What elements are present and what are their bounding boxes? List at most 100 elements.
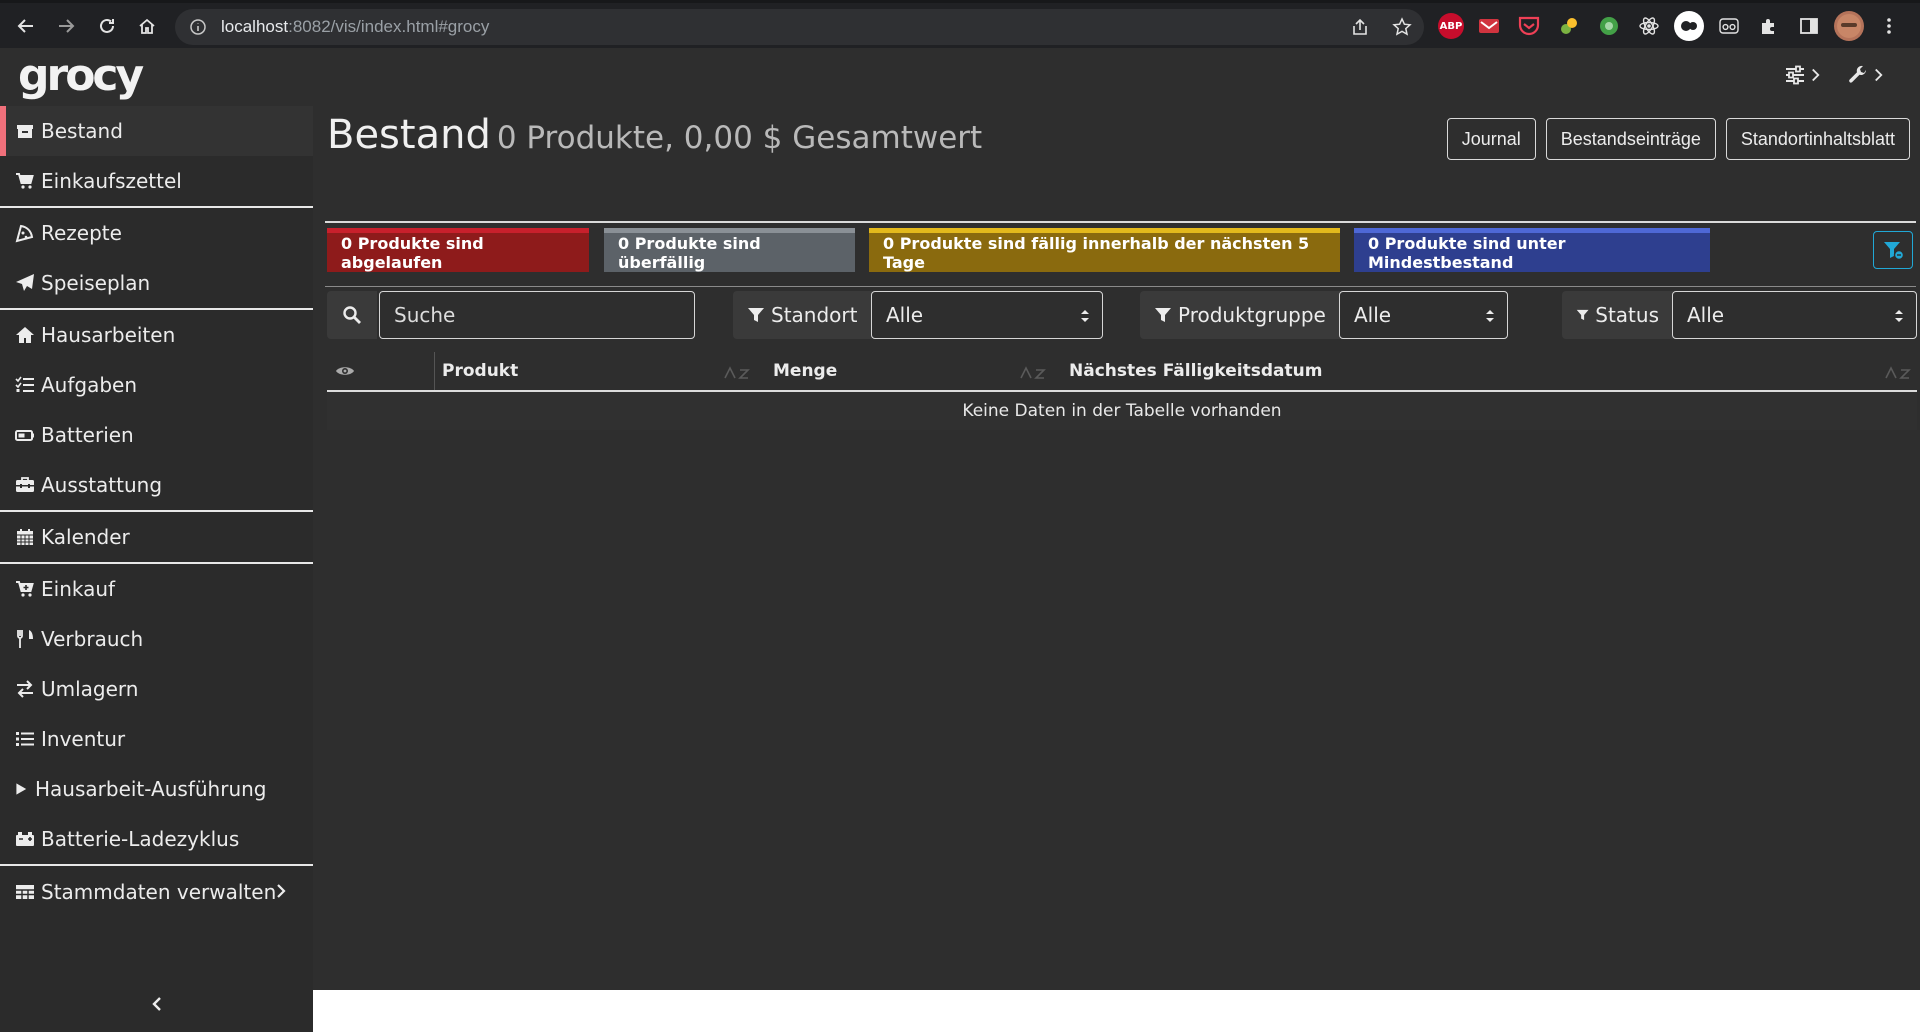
cart-icon: [16, 173, 34, 189]
battery-icon: [15, 430, 34, 441]
url-text: localhost:8082/vis/index.html#grocy: [221, 17, 490, 36]
sidebar-item-batterien[interactable]: Batterien: [0, 410, 313, 460]
grocy-logo[interactable]: grocy: [18, 50, 144, 101]
leaf-extension-icon[interactable]: [1554, 11, 1584, 41]
stock-entries-button[interactable]: Bestandseinträge: [1545, 118, 1716, 160]
filter-circle-icon: [1884, 242, 1904, 261]
sidebar-item-stammdaten[interactable]: Stammdaten verwalten: [0, 866, 313, 918]
column-visibility-toggle[interactable]: [327, 352, 435, 390]
reload-button[interactable]: [91, 10, 123, 42]
mail-extension-icon[interactable]: [1474, 11, 1504, 41]
sidebar-item-hausarbeiten[interactable]: Hausarbeiten: [0, 310, 313, 360]
search-input[interactable]: [379, 291, 695, 339]
sort-icon[interactable]: [1018, 362, 1048, 382]
expired-badge[interactable]: 0 Produkte sind abgelaufen: [327, 228, 589, 272]
below-min-stock-badge[interactable]: 0 Produkte sind unter Mindestbestand: [1354, 228, 1710, 272]
table-header: Produkt Menge Nächstes Fälligkeitsdatum: [327, 352, 1917, 392]
stock-table: Produkt Menge Nächstes Fälligkeitsdatum …: [327, 352, 1917, 430]
exchange-icon: [17, 680, 33, 698]
extensions-bar: ABP: [1438, 11, 1904, 41]
sidebar-item-speiseplan[interactable]: Speiseplan: [0, 258, 313, 308]
sidebar-item-hausarbeit-ausfuehrung[interactable]: Hausarbeit-Ausführung: [0, 764, 313, 814]
green-extension-icon[interactable]: [1594, 11, 1624, 41]
cart-plus-icon: [16, 581, 34, 597]
chevron-left-icon: [151, 997, 161, 1011]
column-header-next-due-date[interactable]: Nächstes Fälligkeitsdatum: [1069, 352, 1322, 390]
status-divider: [325, 286, 1916, 287]
journal-button[interactable]: Journal: [1446, 118, 1536, 160]
tasks-icon: [15, 376, 34, 392]
glasses-extension-icon[interactable]: [1714, 11, 1744, 41]
select-arrows-icon: [1486, 310, 1494, 322]
grocy-app: grocy Bestand Einkaufszettel Rezepte Spe…: [0, 48, 1920, 1032]
product-group-filter-select[interactable]: Alle: [1339, 291, 1508, 339]
forward-button[interactable]: [50, 10, 82, 42]
column-header-amount[interactable]: Menge: [773, 352, 837, 390]
status-filter-select[interactable]: Alle: [1672, 291, 1917, 339]
bookmark-star-icon[interactable]: [1392, 17, 1412, 37]
share-icon[interactable]: [1350, 17, 1370, 37]
sidebar-item-rezepte[interactable]: Rezepte: [0, 208, 313, 258]
due-soon-badge[interactable]: 0 Produkte sind fällig innerhalb der näc…: [869, 228, 1340, 272]
filter-icon: [748, 308, 764, 322]
sidebar-item-umlagern[interactable]: Umlagern: [0, 664, 313, 714]
filter-icon: [1576, 309, 1589, 321]
side-panel-icon[interactable]: [1794, 11, 1824, 41]
location-filter-label: Standort: [733, 291, 872, 339]
sidebar-item-aufgaben[interactable]: Aufgaben: [0, 360, 313, 410]
sidebar: Bestand Einkaufszettel Rezepte Speisepla…: [0, 106, 313, 1032]
browser-toolbar: localhost:8082/vis/index.html#grocy ABP: [0, 0, 1920, 48]
home-outline-icon: [139, 18, 155, 34]
info-icon: [190, 19, 206, 35]
filter-bar: Standort Alle Produktgruppe Alle Status …: [327, 291, 1917, 341]
sidebar-item-verbrauch[interactable]: Verbrauch: [0, 614, 313, 664]
reload-icon: [100, 18, 114, 33]
home-button[interactable]: [131, 10, 163, 42]
play-icon: [16, 783, 27, 795]
sidebar-item-kalender[interactable]: Kalender: [0, 512, 313, 562]
chevron-right-icon: [277, 884, 286, 898]
arrow-right-icon: [59, 19, 75, 33]
sort-icon[interactable]: [722, 362, 752, 382]
profile-avatar-icon[interactable]: [1834, 11, 1864, 41]
sliders-icon: [1786, 65, 1804, 85]
filter-icon: [1155, 308, 1171, 322]
filter-toggle-button[interactable]: [1873, 231, 1913, 269]
list-icon: [16, 732, 34, 746]
react-devtools-icon[interactable]: [1634, 11, 1664, 41]
pocket-extension-icon[interactable]: [1514, 11, 1544, 41]
select-arrows-icon: [1081, 310, 1089, 322]
puzzle-extensions-icon[interactable]: [1754, 11, 1784, 41]
system-settings-button[interactable]: [1847, 64, 1884, 86]
abp-extension-icon[interactable]: ABP: [1438, 13, 1464, 39]
sidebar-collapse-button[interactable]: [0, 976, 313, 1032]
sidebar-item-ausstattung[interactable]: Ausstattung: [0, 460, 313, 510]
header-divider: [325, 221, 1916, 223]
sidebar-item-einkaufszettel[interactable]: Einkaufszettel: [0, 156, 313, 206]
sidebar-item-inventur[interactable]: Inventur: [0, 714, 313, 764]
sidebar-item-einkauf[interactable]: Einkauf: [0, 564, 313, 614]
sidebar-item-bestand[interactable]: Bestand: [0, 106, 313, 156]
calendar-icon: [17, 529, 33, 545]
overdue-badge[interactable]: 0 Produkte sind überfällig: [604, 228, 855, 272]
main-content: Bestand 0 Produkte, 0,00 $ Gesamtwert Jou…: [313, 106, 1920, 990]
back-button[interactable]: [10, 10, 42, 42]
app-topbar: grocy: [0, 48, 1920, 106]
sidebar-item-batterie-ladezyklus[interactable]: Batterie-Ladezyklus: [0, 814, 313, 864]
browser-menu-icon[interactable]: [1874, 11, 1904, 41]
user-settings-button[interactable]: [1784, 64, 1821, 86]
chevron-right-icon: [1875, 68, 1883, 82]
sort-icon[interactable]: [1883, 362, 1913, 382]
circle-extension-icon[interactable]: [1674, 11, 1704, 41]
location-filter-select[interactable]: Alle: [871, 291, 1103, 339]
column-header-product[interactable]: Produkt: [442, 352, 518, 390]
wrench-icon: [1849, 65, 1867, 83]
search-icon: [343, 306, 361, 324]
status-filter-label: Status: [1562, 291, 1673, 339]
page-title: Bestand 0 Produkte, 0,00 $ Gesamtwert: [327, 112, 983, 158]
location-content-sheet-button[interactable]: Standortinhaltsblatt: [1725, 118, 1910, 160]
toolbox-icon: [16, 477, 34, 492]
address-bar[interactable]: localhost:8082/vis/index.html#grocy: [175, 9, 1424, 45]
paper-plane-icon: [16, 274, 34, 291]
search-addon: [327, 291, 377, 339]
